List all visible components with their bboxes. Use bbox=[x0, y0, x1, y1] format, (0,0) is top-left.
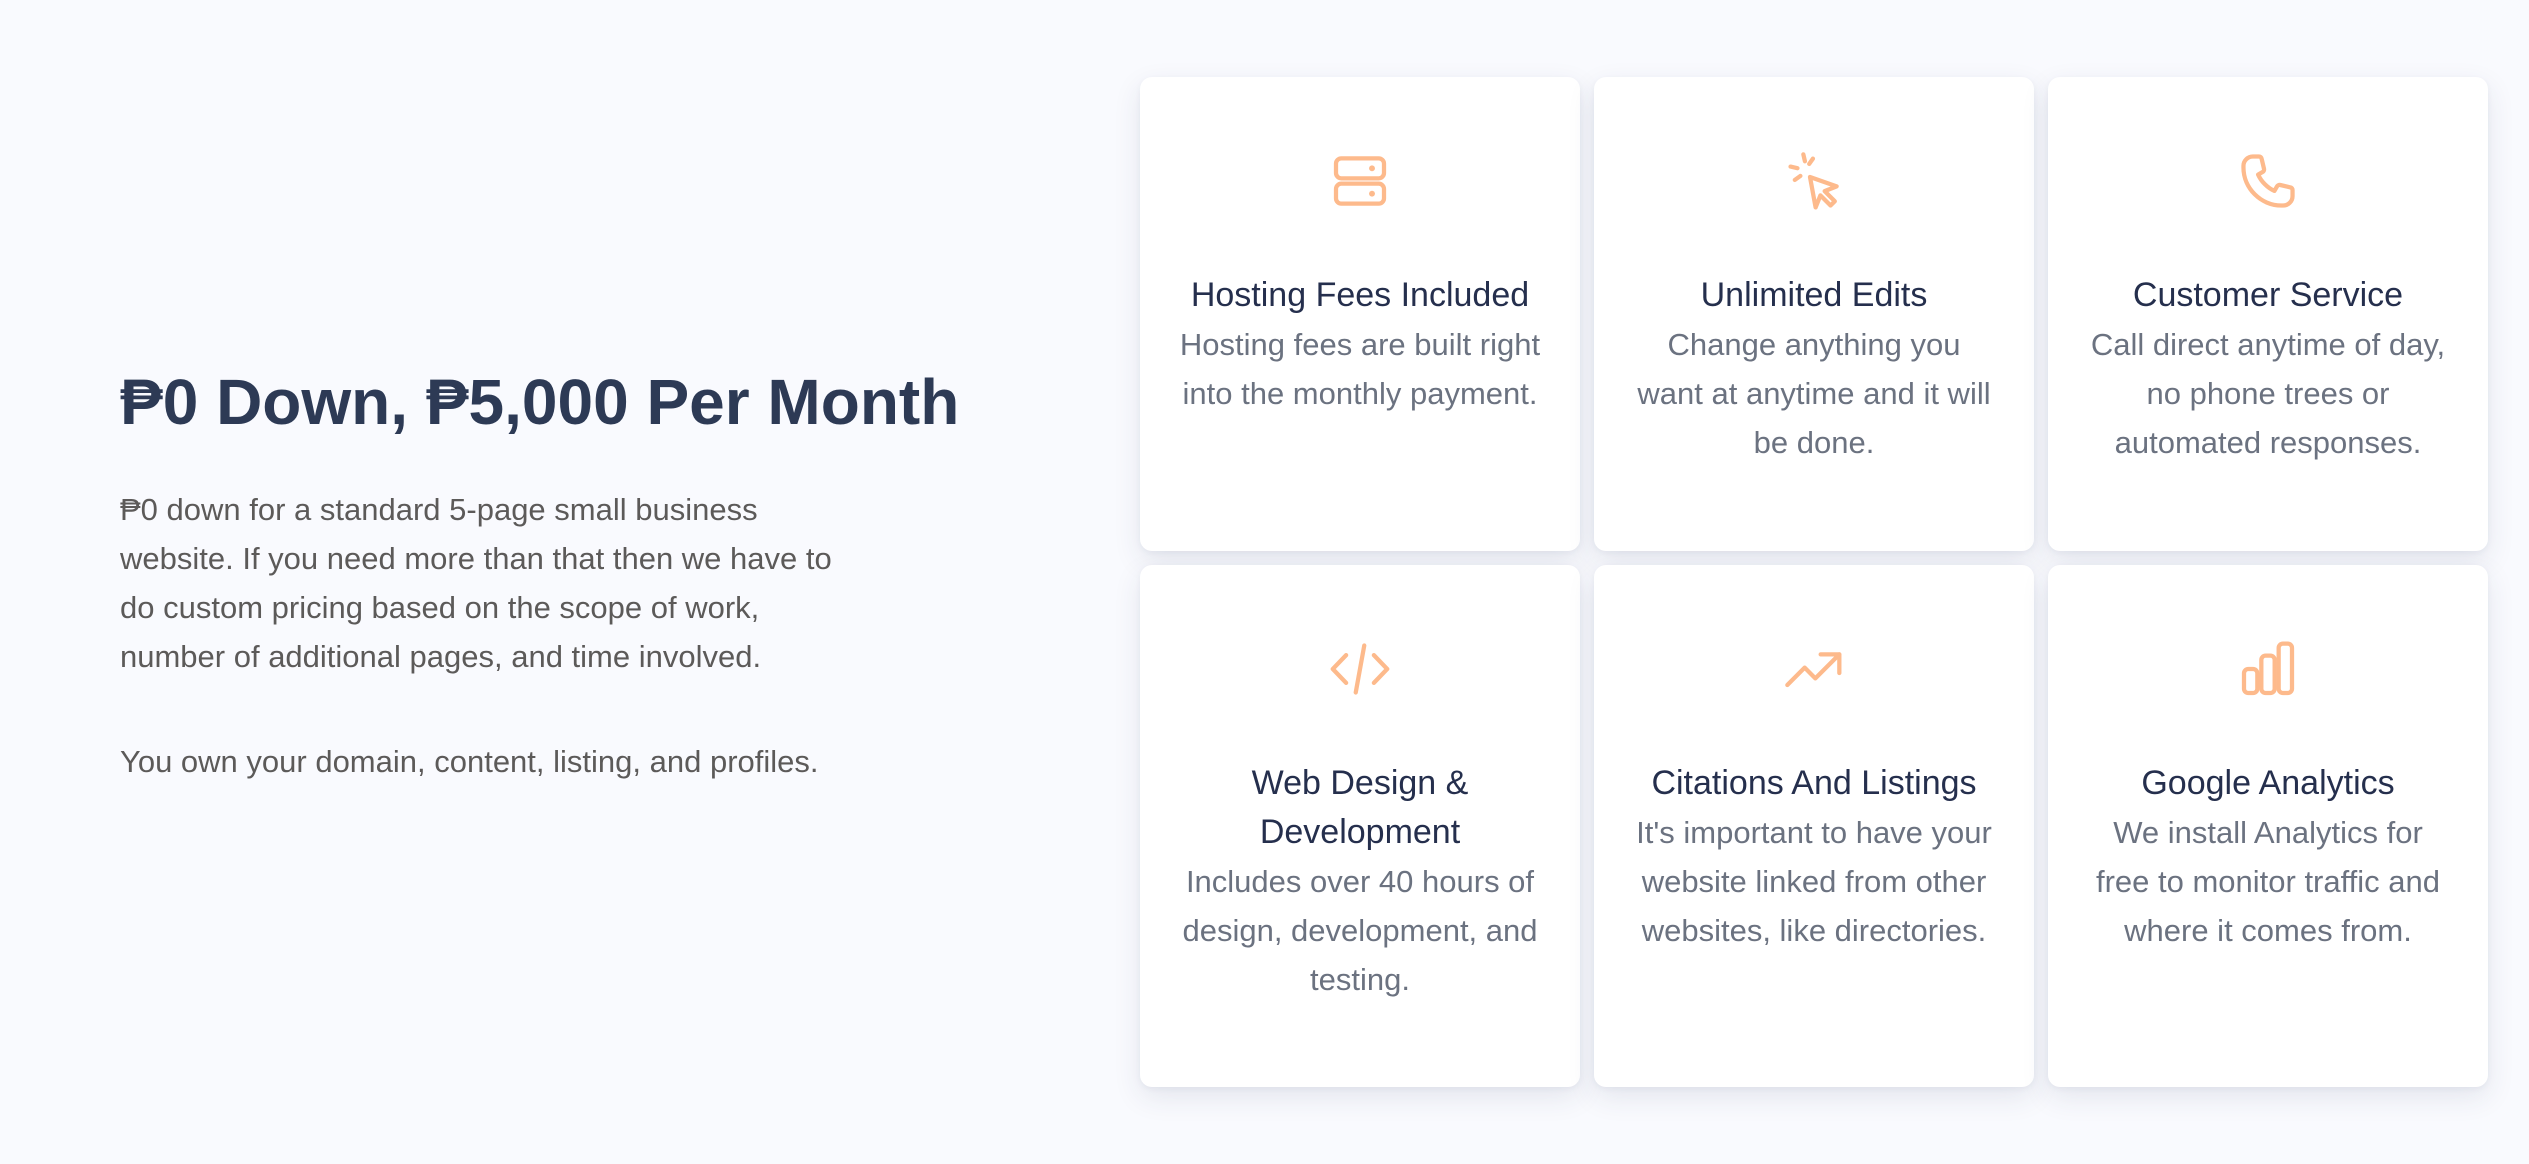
feature-title: Citations And Listings bbox=[1651, 764, 1977, 802]
bar-chart-icon bbox=[2236, 637, 2300, 701]
feature-title: Unlimited Edits bbox=[1700, 276, 1928, 314]
feature-card-customer-service: Customer Service Call direct anytime of … bbox=[2048, 77, 2488, 551]
feature-card-web-design: Web Design & Development Includes over 4… bbox=[1140, 565, 1580, 1087]
feature-title: Web Design & Development bbox=[1251, 764, 1469, 851]
feature-description: Hosting fees are built right into the mo… bbox=[1179, 327, 1541, 411]
feature-card-edits: Unlimited Edits Change anything you want… bbox=[1594, 77, 2034, 551]
feature-title: Google Analytics bbox=[2141, 764, 2395, 802]
feature-description: Includes over 40 hours of design, develo… bbox=[1182, 864, 1538, 997]
ownership-note: You own your domain, content, listing, a… bbox=[120, 743, 819, 779]
feature-title: Customer Service bbox=[2132, 276, 2404, 314]
pricing-description: ₱0 down for a standard 5-page small busi… bbox=[120, 491, 832, 674]
pricing-headline: ₱0 Down, ₱5,000 Per Month bbox=[120, 366, 960, 438]
phone-icon bbox=[2236, 149, 2300, 213]
feature-card-hosting: Hosting Fees Included Hosting fees are b… bbox=[1140, 77, 1580, 551]
server-icon bbox=[1328, 149, 1392, 213]
feature-card-analytics: Google Analytics We install Analytics fo… bbox=[2048, 565, 2488, 1087]
features-grid: Hosting Fees Included Hosting fees are b… bbox=[1140, 77, 2488, 1087]
feature-description: We install Analytics for free to monitor… bbox=[2095, 815, 2441, 948]
feature-card-citations: Citations And Listings It's important to… bbox=[1594, 565, 2034, 1087]
trending-up-icon bbox=[1782, 637, 1846, 701]
feature-title: Hosting Fees Included bbox=[1190, 276, 1530, 314]
feature-description: Call direct anytime of day, no phone tre… bbox=[2090, 327, 2446, 460]
code-icon bbox=[1328, 637, 1392, 701]
pricing-intro: ₱0 Down, ₱5,000 Per Month ₱0 down for a … bbox=[120, 364, 960, 786]
cursor-click-icon bbox=[1782, 149, 1846, 213]
feature-description: Change anything you want at anytime and … bbox=[1637, 327, 1991, 460]
feature-description: It's important to have your website link… bbox=[1636, 815, 1992, 948]
